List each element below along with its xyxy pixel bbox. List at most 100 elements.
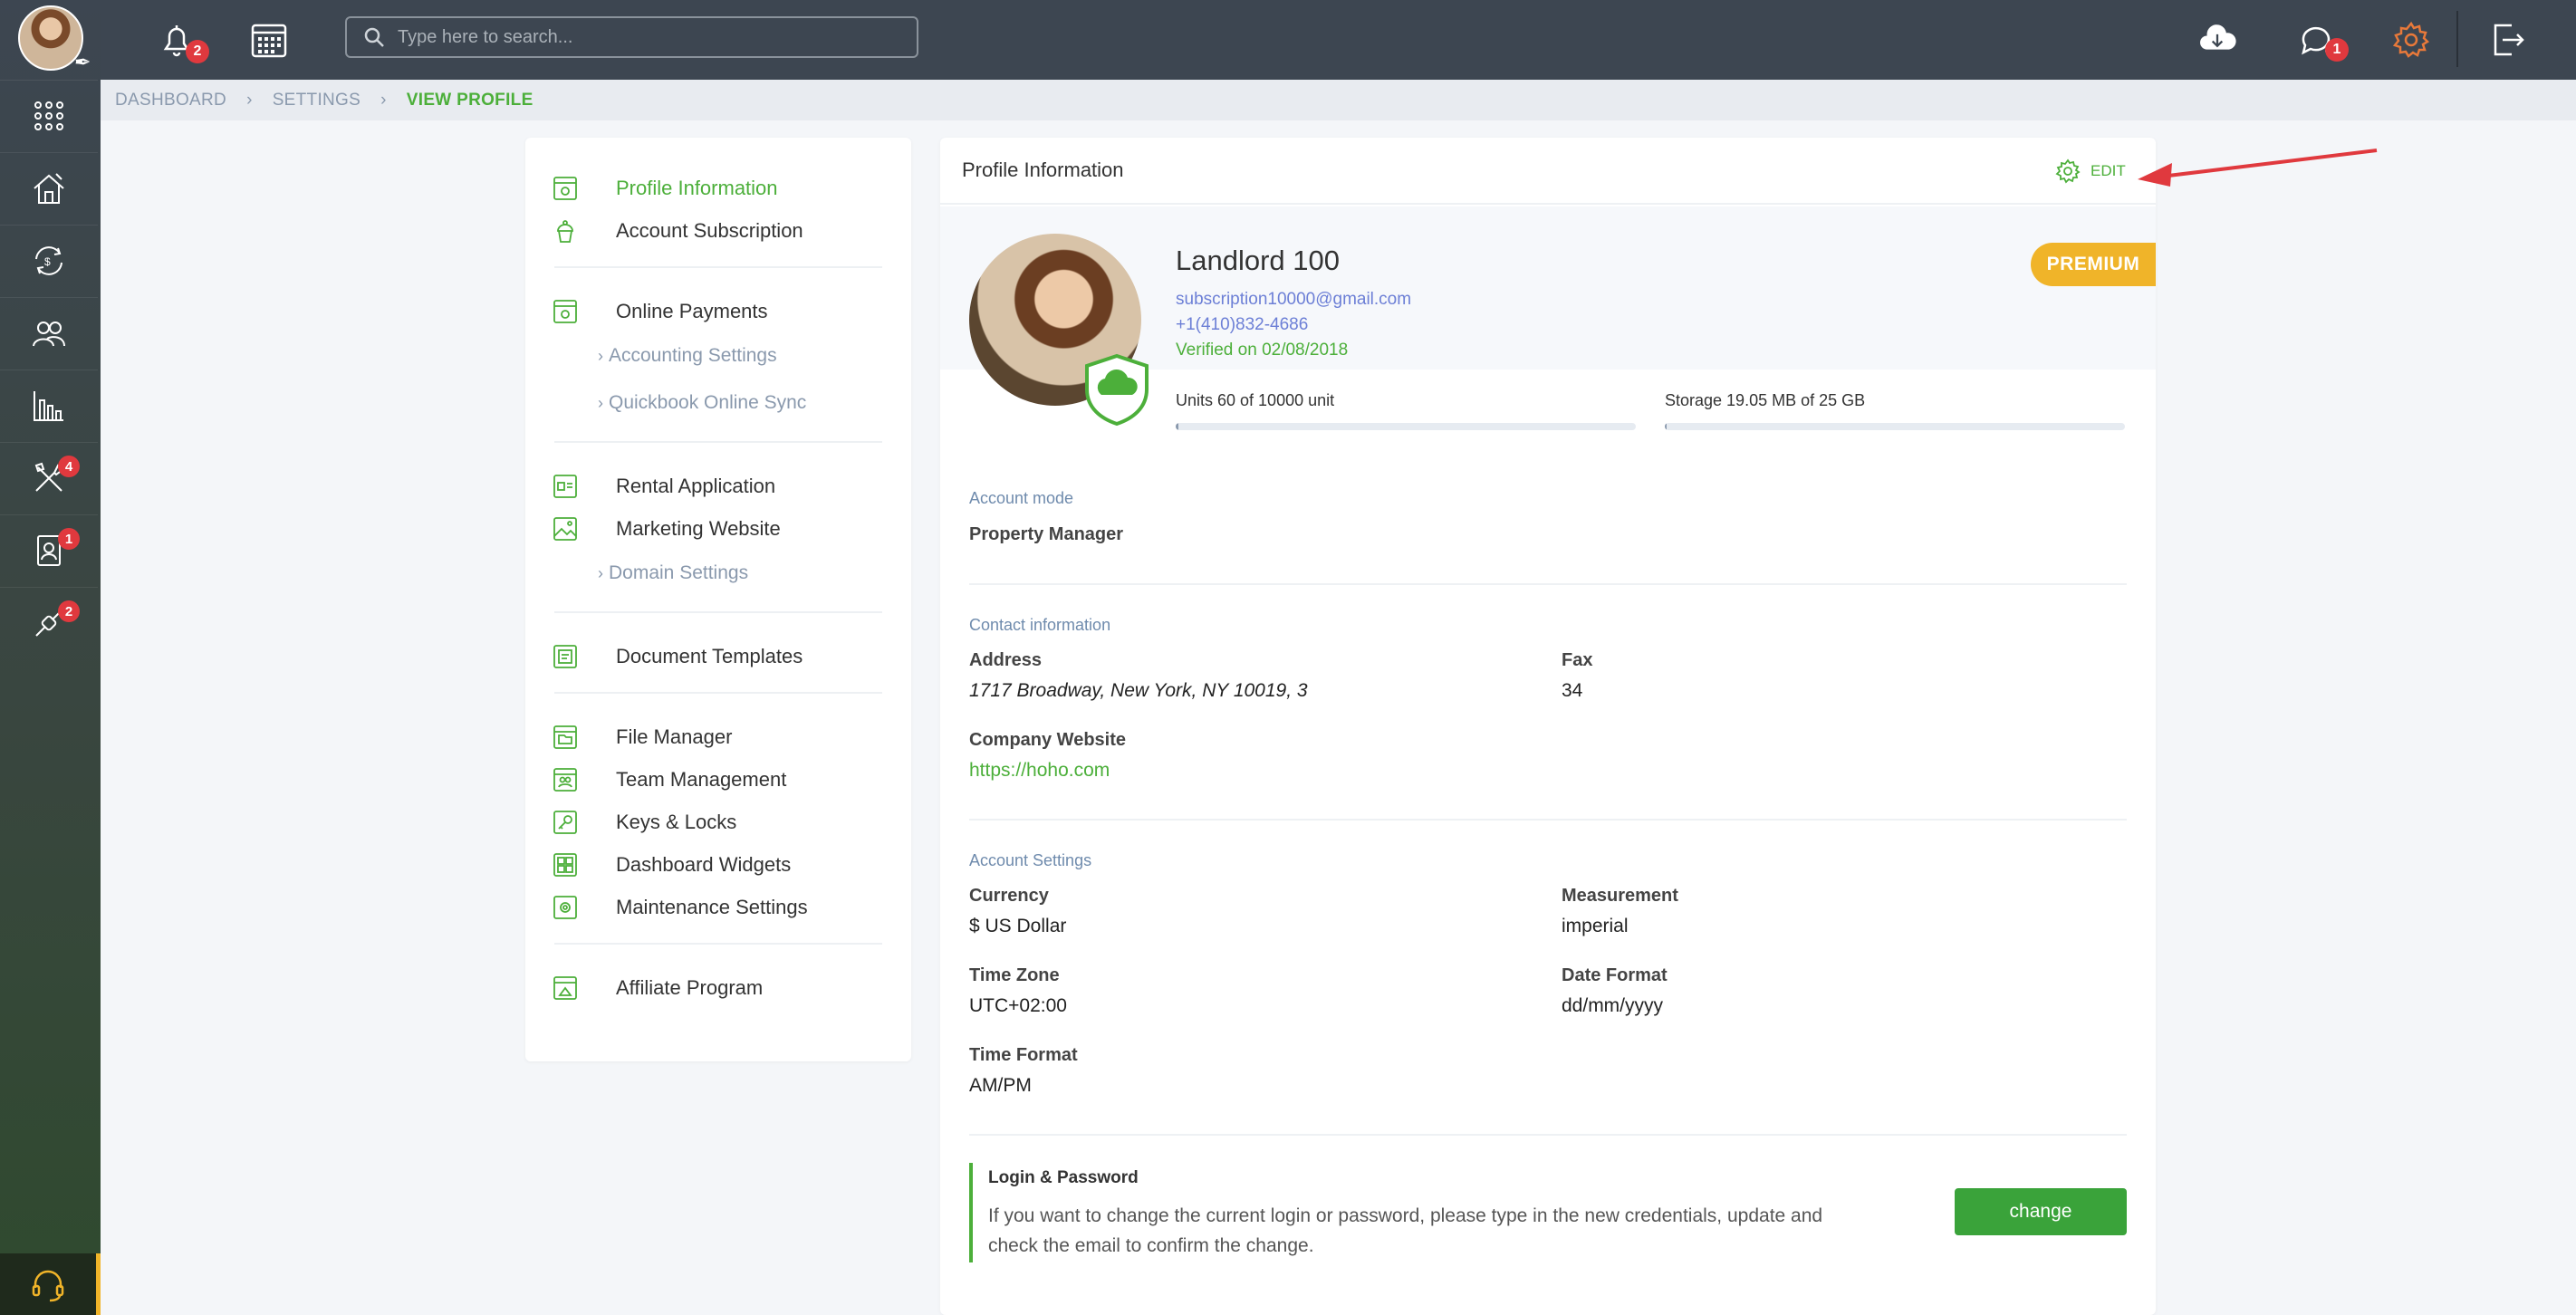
time-format-value: AM/PM [969, 1075, 1032, 1096]
menu-item-document-templates[interactable]: Document Templates [525, 635, 911, 677]
card-title: Profile Information [940, 138, 2156, 205]
sidebar-item-payments[interactable]: $ [0, 225, 98, 295]
search-input[interactable] [398, 26, 905, 48]
gear-icon [2392, 21, 2430, 58]
profile-email[interactable]: subscription10000@gmail.com [1176, 290, 1411, 310]
messages-badge: 1 [2325, 38, 2349, 62]
sidebar-item-properties[interactable] [0, 152, 98, 223]
menu-sub-domain-settings[interactable]: › Domain Settings [525, 550, 911, 597]
storage-progress-fill [1665, 423, 1668, 430]
calendar-icon [251, 24, 287, 58]
login-title: Login & Password [988, 1168, 1139, 1187]
menu-divider [554, 441, 882, 443]
calendar-button[interactable] [244, 14, 294, 65]
menu-item-affiliate-program[interactable]: Affiliate Program [525, 966, 911, 1009]
fax-value: 34 [1562, 680, 1583, 701]
menu-sub-accounting-settings[interactable]: › Accounting Settings [525, 332, 911, 379]
section-divider [969, 819, 2127, 821]
units-progress-fill [1176, 423, 1179, 430]
storage-meter: Storage 19.05 MB of 25 GB [1665, 391, 2125, 430]
team-icon [553, 768, 577, 792]
gear-icon [2055, 158, 2081, 184]
money-exchange-icon: $ [35, 245, 62, 275]
account-settings-section: Account Settings [969, 851, 2127, 870]
website-field: Company Website https://hoho.com [969, 730, 1513, 782]
menu-item-rental-application[interactable]: Rental Application [525, 465, 911, 507]
breadcrumb-settings[interactable]: SETTINGS [273, 91, 360, 110]
edit-button[interactable]: EDIT [2054, 158, 2126, 185]
logout-icon [2494, 24, 2524, 56]
section-divider [969, 583, 2127, 585]
download-button[interactable] [2186, 14, 2249, 65]
sidebar-item-maintenance[interactable]: 4 [0, 442, 98, 513]
pin-icon[interactable]: ✒ [74, 51, 91, 74]
contacts-badge: 1 [58, 528, 80, 550]
menu-item-keys-locks[interactable]: Keys & Locks [525, 801, 911, 843]
menu-item-file-manager[interactable]: File Manager [525, 715, 911, 758]
units-label: Units 60 of 10000 unit [1176, 391, 1335, 409]
measurement-value: imperial [1562, 916, 1629, 936]
change-credentials-button[interactable]: change [1955, 1188, 2127, 1235]
menu-item-maintenance-settings[interactable]: Maintenance Settings [525, 886, 911, 928]
menu-divider [554, 943, 882, 945]
verified-date: Verified on 02/08/2018 [1176, 341, 1349, 360]
messages-button[interactable]: 1 [2292, 14, 2349, 65]
date-format-field: Date Format dd/mm/yyyy [1562, 965, 2014, 1017]
headset-icon [32, 1270, 64, 1302]
sidebar-item-contacts[interactable]: 1 [0, 514, 98, 585]
profile-settings-icon [553, 177, 577, 200]
search-icon [364, 27, 384, 47]
notifications-button[interactable]: 2 [151, 14, 209, 65]
sidebar: ✒ $ 4 1 2 [0, 0, 101, 1315]
breadcrumb: DASHBOARD › SETTINGS › VIEW PROFILE [101, 80, 2576, 120]
folder-icon [553, 725, 577, 749]
breadcrumb-view-profile: VIEW PROFILE [406, 90, 533, 110]
menu-item-profile-information[interactable]: Profile Information [525, 167, 911, 209]
widgets-icon [553, 853, 577, 877]
sidebar-item-integrations[interactable]: 2 [0, 587, 98, 658]
sidebar-item-reports[interactable] [0, 370, 98, 440]
key-icon [553, 811, 577, 834]
measurement-field: Measurement imperial [1562, 886, 2014, 937]
units-meter: Units 60 of 10000 unit [1176, 391, 1636, 430]
sidebar-item-apps[interactable] [0, 80, 98, 150]
affiliate-icon [553, 976, 577, 1000]
sidebar-item-people[interactable] [0, 297, 98, 368]
fax-field: Fax 34 [1562, 650, 2014, 702]
cloud-download-icon [2200, 24, 2236, 50]
menu-item-dashboard-widgets[interactable]: Dashboard Widgets [525, 843, 911, 886]
currency-field: Currency $ US Dollar [969, 886, 1513, 937]
search-box[interactable] [345, 16, 918, 58]
breadcrumb-dashboard[interactable]: DASHBOARD [115, 91, 226, 110]
login-password-section: Login & Password If you want to change t… [969, 1163, 2127, 1262]
login-description: If you want to change the current login … [988, 1205, 1823, 1256]
menu-divider [554, 611, 882, 613]
menu-item-online-payments[interactable]: Online Payments [525, 290, 911, 332]
svg-text:$: $ [44, 255, 51, 268]
support-button[interactable] [0, 1253, 101, 1315]
profile-card: Profile Information EDIT Landlord 100 su… [940, 138, 2156, 1315]
menu-divider [554, 266, 882, 268]
maintenance-settings-icon [553, 896, 577, 919]
settings-button[interactable] [2386, 14, 2437, 65]
menu-item-team-management[interactable]: Team Management [525, 758, 911, 801]
section-title: Account mode [969, 489, 1074, 507]
chevron-right-icon: › [598, 563, 603, 582]
menu-item-marketing-website[interactable]: Marketing Website [525, 507, 911, 550]
website-link[interactable]: https://hoho.com [969, 760, 1513, 782]
profile-phone[interactable]: +1(410)832-4686 [1176, 315, 1308, 335]
section-divider [969, 1134, 2127, 1136]
storage-label: Storage 19.05 MB of 25 GB [1665, 391, 1866, 409]
top-bar: 2 1 [101, 0, 2576, 80]
integrations-badge: 2 [58, 600, 80, 622]
users-icon [33, 321, 65, 346]
chevron-right-icon: › [246, 90, 253, 110]
maintenance-badge: 4 [58, 456, 80, 477]
address-field: Address 1717 Broadway, New York, NY 1001… [969, 650, 1513, 702]
logout-button[interactable] [2483, 14, 2533, 65]
menu-item-account-subscription[interactable]: Account Subscription [525, 209, 911, 252]
timezone-field: Time Zone UTC+02:00 [969, 965, 1513, 1017]
payments-settings-icon [553, 300, 577, 323]
menu-sub-quickbook-online-sync[interactable]: › Quickbook Online Sync [525, 379, 911, 427]
currency-value: $ US Dollar [969, 916, 1067, 936]
